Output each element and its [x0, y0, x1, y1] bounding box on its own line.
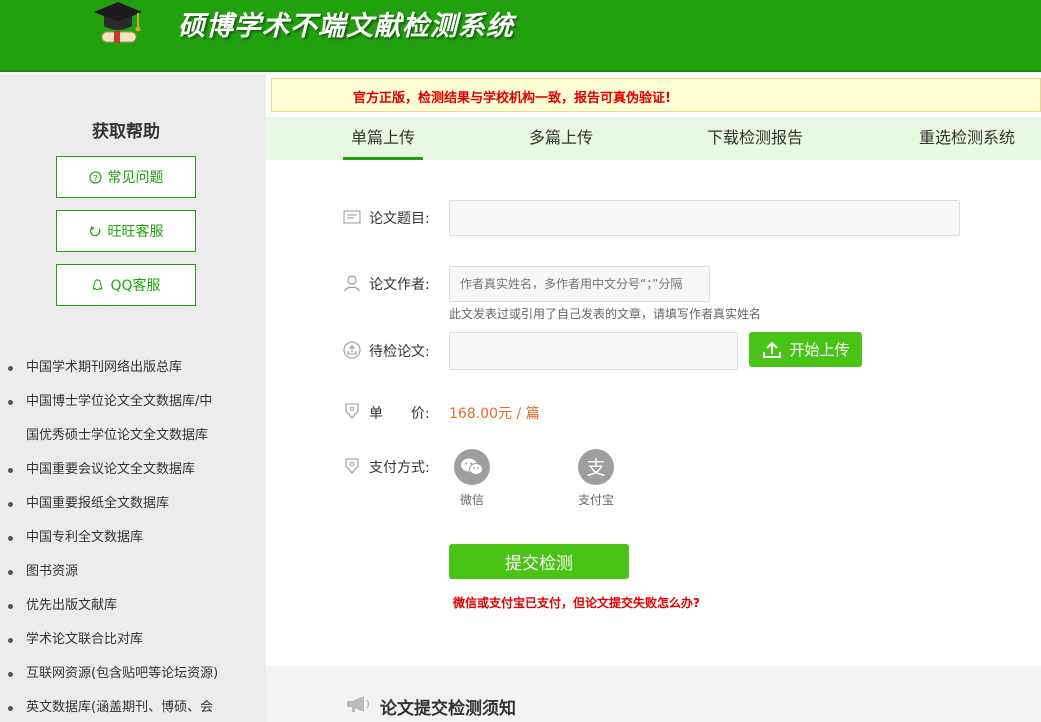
user-icon	[344, 275, 360, 292]
wechat-pay-option[interactable]: 微信	[442, 449, 502, 508]
list-item: 学术论文联合比对库	[8, 623, 248, 657]
list-item: 国优秀硕士学位论文全文数据库	[26, 428, 209, 443]
paper-file-field[interactable]	[449, 332, 738, 370]
cloud-upload-icon	[763, 341, 782, 358]
payment-label: 支付方式:	[369, 460, 430, 476]
sidebar: 获取帮助 ? 常见问题 旺旺客服 QQ客服 中国学术期刊网络出版总库 中国博士学…	[0, 74, 266, 722]
wechat-icon	[461, 458, 483, 475]
upload-file-icon	[343, 341, 361, 359]
qq-service-label: QQ客服	[110, 278, 161, 294]
payment-failure-help-link[interactable]: 微信或支付宝已支付，但论文提交失败怎么办?	[453, 594, 700, 611]
wangwang-icon	[89, 225, 100, 236]
wangwang-service-button[interactable]: 旺旺客服	[56, 210, 196, 252]
paper-label: 待检论文:	[369, 344, 430, 360]
notice-banner: 官方正版，检测结果与学校机构一致，报告可真伪验证!	[271, 78, 1041, 112]
list-item: 英文数据库(涵盖期刊、博硕、会	[8, 691, 248, 722]
list-item: 中国学术期刊网络出版总库	[8, 351, 248, 385]
graduation-cap-icon	[94, 2, 142, 43]
tab-download-report[interactable]: 下载检测报告	[707, 117, 803, 160]
alipay-option[interactable]: 支 支付宝	[566, 449, 626, 508]
title-input[interactable]	[449, 200, 960, 236]
notice-text: 官方正版，检测结果与学校机构一致，报告可真伪验证!	[353, 91, 671, 106]
author-hint: 此文发表过或引用了自己发表的文章，请填写作者真实姓名	[449, 307, 762, 321]
list-item: 中国专利全文数据库	[8, 521, 248, 555]
list-item: 优先出版文献库	[8, 589, 248, 623]
tab-bar: 单篇上传 多篇上传 下载检测报告 重选检测系统	[266, 117, 1041, 160]
site-title: 硕博学术不端文献检测系统	[178, 11, 514, 42]
price-value: 168.00元 / 篇	[449, 406, 540, 422]
list-item: 互联网资源(包含贴吧等论坛资源)	[8, 657, 248, 691]
price-label: 单价:	[369, 406, 430, 422]
author-input[interactable]	[449, 266, 710, 302]
tab-reselect-system[interactable]: 重选检测系统	[919, 117, 1015, 160]
title-label: 论文题目:	[369, 211, 430, 227]
list-item: 中国重要会议论文全文数据库	[8, 453, 248, 487]
wangwang-service-label: 旺旺客服	[107, 224, 164, 240]
notes-title: 论文提交检测须知	[380, 699, 516, 719]
author-label: 论文作者:	[369, 277, 430, 293]
price-tag-icon	[345, 403, 359, 419]
list-item: 中国博士学位论文全文数据库/中	[8, 385, 248, 419]
faq-button[interactable]: ? 常见问题	[56, 156, 196, 198]
megaphone-icon	[347, 696, 370, 712]
svg-text:?: ?	[93, 172, 97, 182]
document-title-icon	[343, 210, 361, 224]
question-circle-icon: ?	[88, 170, 102, 184]
start-upload-button[interactable]: 开始上传	[749, 332, 862, 367]
help-title: 获取帮助	[92, 122, 160, 142]
qq-icon	[93, 278, 103, 290]
tab-single-upload[interactable]: 单篇上传	[342, 117, 424, 160]
alipay-label: 支付宝	[577, 493, 614, 507]
site-header: 硕博学术不端文献检测系统	[0, 0, 1041, 72]
submit-check-button[interactable]: 提交检测	[449, 544, 629, 579]
faq-button-label: 常见问题	[107, 170, 164, 186]
list-item: 图书资源	[8, 555, 248, 589]
list-item: 中国重要报纸全文数据库	[8, 487, 248, 521]
svg-text:支: 支	[586, 457, 605, 479]
qq-service-button[interactable]: QQ客服	[56, 264, 196, 306]
wechat-pay-label: 微信	[459, 493, 484, 507]
database-list: 中国学术期刊网络出版总库 中国博士学位论文全文数据库/中 国优秀硕士学位论文全文…	[8, 351, 248, 722]
start-upload-label: 开始上传	[789, 341, 850, 359]
tab-multi-upload[interactable]: 多篇上传	[529, 117, 593, 160]
alipay-icon: 支	[586, 457, 605, 479]
payment-tag-icon	[345, 458, 359, 474]
